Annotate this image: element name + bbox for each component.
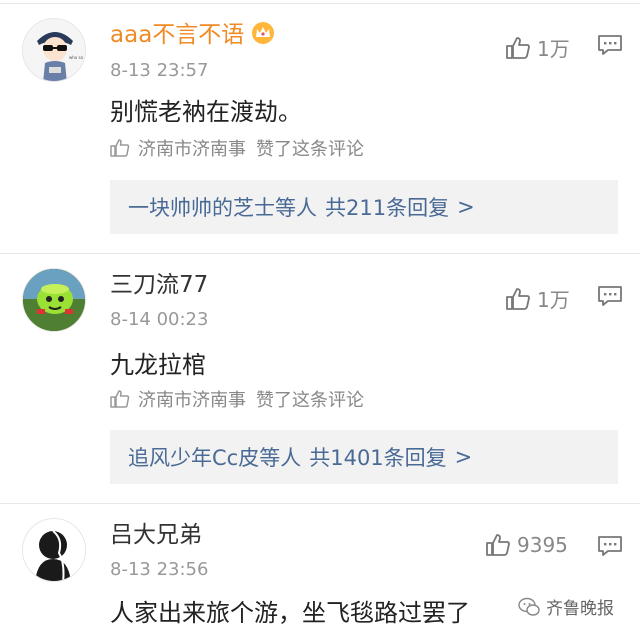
reply-users: 追风少年Cc皮等人 [128,446,302,470]
comment-time: 8-14 00:23 [110,309,209,330]
reply-count: 共211条回复 [325,196,450,220]
liked-suffix: 赞了这条评论 [256,139,364,160]
liked-suffix: 赞了这条评论 [256,390,364,411]
reply-users: 一块帅帅的芝士等人 [128,196,317,220]
cartoon-avatar-icon: who so [23,19,85,81]
thumbs-up-icon [110,390,130,408]
username[interactable]: 吕大兄弟 [110,520,202,550]
svg-text:who so: who so [69,55,84,60]
wechat-icon [518,597,540,616]
reply-icon[interactable] [597,535,623,561]
green-cartoon-avatar-icon [23,269,85,331]
thumbs-up-icon [486,534,510,556]
comment-divider [0,253,640,254]
liked-by-line: 济南市济南事 赞了这条评论 [110,135,364,161]
thumbs-up-icon [506,287,530,310]
like-button[interactable]: 9395 [485,533,568,557]
liker-name[interactable]: 济南市济南事 [138,386,246,412]
avatar[interactable] [22,268,86,332]
watermark-text: 齐鲁晚报 [546,599,614,619]
chevron-right-icon: > [457,195,475,219]
like-button[interactable]: 1万 [505,284,570,313]
avatar[interactable]: who so [22,18,86,82]
top-divider [0,3,640,4]
username-text[interactable]: aaa不言不语 [110,22,244,48]
reply-summary-button[interactable]: 追风少年Cc皮等人 共1401条回复 > [110,430,618,484]
like-count: 1万 [537,37,570,61]
like-button[interactable]: 1万 [505,33,570,62]
comment-time: 8-13 23:57 [110,60,209,81]
watermark: 齐鲁晚报 [518,594,614,619]
like-count: 1万 [537,288,570,312]
username[interactable]: 三刀流77 [110,270,208,300]
chevron-right-icon: > [454,445,473,469]
liked-by-line: 济南市济南事 赞了这条评论 [110,386,364,412]
reply-icon[interactable] [597,34,623,60]
reply-count: 共1401条回复 [309,446,447,470]
liker-name[interactable]: 济南市济南事 [138,135,246,161]
silhouette-avatar-icon [23,519,85,581]
like-count: 9395 [517,533,568,557]
comment-time: 8-13 23:56 [110,559,209,580]
comment-text: 人家出来旅个游，坐飞毯路过罢了 [110,599,470,627]
comment-text: 九龙拉棺 [110,351,206,379]
avatar[interactable] [22,518,86,582]
username-vip[interactable]: aaa不言不语 [110,20,276,53]
reply-summary-button[interactable]: 一块帅帅的芝士等人 共211条回复 > [110,180,618,234]
comment-divider [0,503,640,504]
reply-icon[interactable] [597,285,623,311]
crown-icon [250,21,276,53]
thumbs-up-icon [506,36,530,59]
thumbs-up-icon [110,139,130,157]
comment-text: 别慌老衲在渡劫。 [110,98,302,126]
